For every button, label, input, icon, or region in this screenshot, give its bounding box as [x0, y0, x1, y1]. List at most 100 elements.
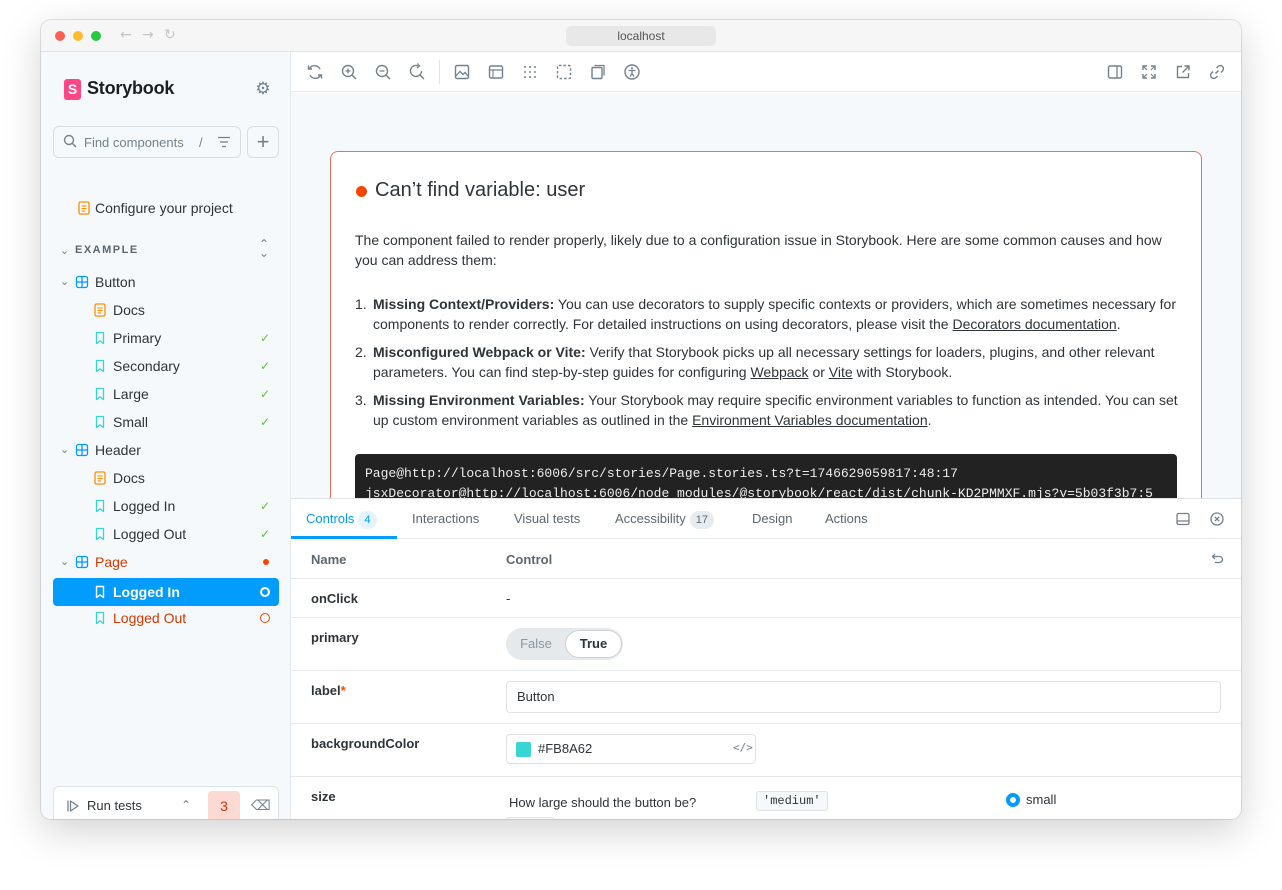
- control-row-primary: primary False True: [291, 618, 1241, 671]
- tab-interactions[interactable]: Interactions: [412, 499, 479, 539]
- outline-icon[interactable]: [554, 62, 574, 82]
- search-input[interactable]: Find components: [84, 135, 184, 150]
- list-number: 3.: [355, 392, 367, 408]
- document-icon: [78, 201, 90, 215]
- measure-icon[interactable]: [588, 62, 608, 82]
- color-input[interactable]: #FB8A62 </>: [506, 734, 756, 764]
- panel-position-icon[interactable]: [1174, 510, 1192, 528]
- preview-toolbar: [291, 52, 1241, 92]
- search-field[interactable]: Find components /: [53, 126, 241, 158]
- open-new-tab-icon[interactable]: [1173, 62, 1193, 82]
- error-title: Can’t find variable: user: [375, 179, 586, 201]
- sidebar-item-button-secondary[interactable]: Secondary ✓: [53, 354, 279, 378]
- sidebar-component-header[interactable]: ⌄ Header: [53, 438, 279, 462]
- background-icon[interactable]: [452, 62, 472, 82]
- tab-actions[interactable]: Actions: [825, 499, 868, 539]
- sidebar-item-header-logged-out[interactable]: Logged Out ✓: [53, 522, 279, 546]
- zoom-in-icon[interactable]: [339, 62, 359, 82]
- sidebar-item-page-logged-in[interactable]: Logged In: [53, 578, 279, 606]
- sidebar-item-button-docs[interactable]: Docs: [53, 298, 279, 322]
- sidebar-item-label: Primary: [113, 330, 162, 346]
- minimize-window-button[interactable]: [73, 31, 83, 41]
- chevron-up-icon[interactable]: ⌃: [181, 798, 191, 812]
- zoom-reset-icon[interactable]: [407, 62, 427, 82]
- radio-small[interactable]: [1006, 793, 1020, 807]
- addon-tabs: Controls 4 Interactions Visual tests Acce…: [291, 499, 1241, 539]
- gear-icon[interactable]: ⚙: [253, 79, 273, 99]
- env-vars-docs-link[interactable]: Environment Variables documentation: [692, 412, 928, 428]
- vite-docs-link[interactable]: Vite: [829, 364, 853, 380]
- color-value[interactable]: #FB8A62: [538, 741, 592, 756]
- section-header-example[interactable]: ⌄ EXAMPLE ⌃ ⌄: [53, 238, 279, 262]
- sidebar: S Storybook ⚙ Find components / + Config…: [41, 52, 291, 819]
- fullscreen-icon[interactable]: [1139, 62, 1159, 82]
- reset-controls-icon[interactable]: [1209, 551, 1225, 567]
- label-text-input[interactable]: Button: [506, 681, 1221, 713]
- remount-icon[interactable]: [305, 62, 325, 82]
- sidebar-item-label: Logged Out: [113, 610, 187, 626]
- radio-label: small: [1026, 792, 1057, 807]
- toggle-true-option[interactable]: True: [566, 631, 621, 657]
- sidebar-toggle-icon[interactable]: [1105, 62, 1125, 82]
- cause-tail: .: [927, 412, 932, 428]
- tab-design[interactable]: Design: [752, 499, 792, 539]
- close-window-button[interactable]: [55, 31, 65, 41]
- sidebar-item-configure[interactable]: Configure your project: [53, 196, 279, 220]
- boolean-toggle[interactable]: False True: [506, 628, 623, 660]
- run-tests-button[interactable]: Run tests: [87, 798, 142, 813]
- sidebar-item-button-primary[interactable]: Primary ✓: [53, 326, 279, 350]
- tab-count-badge: 4: [358, 511, 377, 529]
- tab-count-badge: 17: [689, 511, 715, 529]
- toggle-false-option[interactable]: False: [514, 631, 558, 657]
- code-icon[interactable]: </>: [733, 741, 753, 754]
- color-swatch[interactable]: [516, 742, 531, 757]
- decorators-docs-link[interactable]: Decorators documentation: [952, 316, 1116, 332]
- close-panel-icon[interactable]: [1208, 510, 1226, 528]
- maximize-window-button[interactable]: [91, 31, 101, 41]
- sidebar-item-header-docs[interactable]: Docs: [53, 466, 279, 490]
- failure-count-badge[interactable]: 3: [208, 791, 240, 819]
- tab-controls[interactable]: Controls 4: [306, 499, 377, 539]
- tab-visual-tests[interactable]: Visual tests: [514, 499, 580, 539]
- accessibility-icon[interactable]: [622, 62, 642, 82]
- back-icon[interactable]: ←: [120, 27, 132, 43]
- grid-icon[interactable]: [520, 62, 540, 82]
- play-icon[interactable]: [66, 799, 80, 813]
- tab-label: Design: [752, 511, 793, 526]
- viewport-icon[interactable]: [486, 62, 506, 82]
- cause-text: or: [808, 364, 829, 380]
- cause-tail: with Storybook.: [852, 364, 953, 380]
- tab-accessibility[interactable]: Accessibility 17: [615, 499, 715, 539]
- sidebar-component-button[interactable]: ⌄ Button: [53, 270, 279, 294]
- tab-label: Actions: [825, 511, 868, 526]
- expand-collapse-icon[interactable]: ⌃ ⌄: [259, 238, 269, 259]
- address-bar[interactable]: localhost: [566, 26, 716, 46]
- list-item: 2. Misconfigured Webpack or Vite: Verify…: [355, 342, 1185, 382]
- webpack-docs-link[interactable]: Webpack: [750, 364, 808, 380]
- error-card: Can’t find variable: user The component …: [330, 151, 1202, 498]
- column-header-name: Name: [311, 552, 347, 567]
- create-story-button[interactable]: +: [247, 126, 279, 158]
- cause-heading: Misconfigured Webpack or Vite:: [373, 344, 586, 360]
- copy-link-icon[interactable]: [1207, 62, 1227, 82]
- filter-icon[interactable]: [217, 136, 231, 148]
- forward-icon[interactable]: →: [142, 27, 154, 43]
- chevron-down-icon: ⌄: [60, 276, 70, 288]
- check-icon: ✓: [260, 415, 271, 429]
- sidebar-item-page-logged-out[interactable]: Logged Out: [53, 606, 279, 630]
- clear-icon[interactable]: ⌫: [251, 798, 271, 814]
- sidebar-item-button-small[interactable]: Small ✓: [53, 410, 279, 434]
- sidebar-item-button-large[interactable]: Large ✓: [53, 382, 279, 406]
- list-number: 1.: [355, 296, 367, 312]
- reload-icon[interactable]: ↻: [164, 27, 176, 43]
- zoom-out-icon[interactable]: [373, 62, 393, 82]
- sidebar-item-header-logged-in[interactable]: Logged In ✓: [53, 494, 279, 518]
- tab-label: Controls: [306, 511, 355, 526]
- column-header-control: Control: [506, 552, 553, 567]
- list-item: 1. Missing Context/Providers: You can us…: [355, 294, 1185, 334]
- arg-name: primary: [311, 630, 359, 645]
- sidebar-component-page[interactable]: ⌄ Page: [53, 550, 279, 574]
- arg-name: backgroundColor: [311, 736, 420, 751]
- sidebar-item-label: Small: [113, 414, 149, 430]
- document-icon: [94, 303, 106, 317]
